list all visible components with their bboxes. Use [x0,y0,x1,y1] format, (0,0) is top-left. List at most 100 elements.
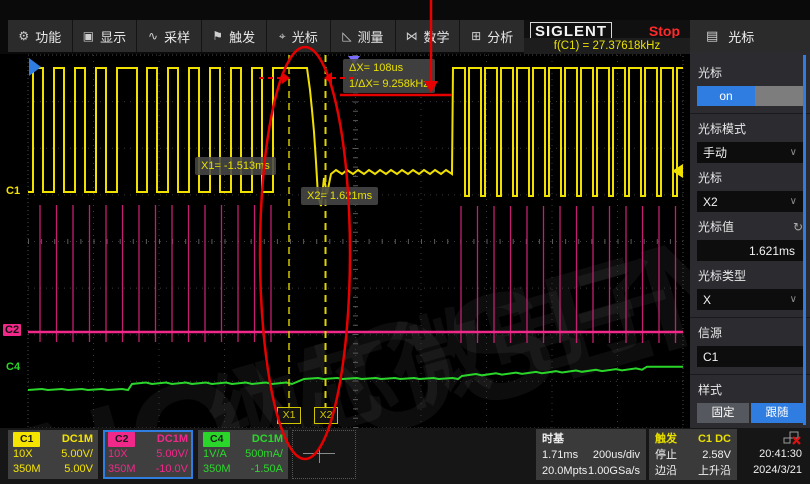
c4-bandwidth: 350M [203,462,231,477]
menu-math-label: 数学 [424,27,450,46]
panel-menu-icon: ▤ [706,28,718,44]
delay-crosshair-v [319,447,320,463]
c2-level-marker[interactable]: C2 [3,324,21,336]
channel-box-c2[interactable]: C2DC1M 10X5.00V/ 350M-10.0V [103,430,193,479]
cursor-type-dropdown[interactable]: X∨ [697,289,803,310]
x1-cursor-tag[interactable]: X1 [277,407,301,424]
trigger-delay-widget[interactable] [292,430,356,479]
menu-analysis[interactable]: ⊞ 分析 [460,20,524,52]
menu-trigger[interactable]: ⚑ 触发 [202,20,266,52]
trigger-level: 2.58V [702,447,731,463]
timebase-samplerate: 1.00GSa/s [588,463,640,479]
oscilloscope-screen: ⚙功能 ▣显示 ∿采样 ⚑触发 ⌖光标 ◺测量 ⋈数学 ⊞分析 SIGLENT … [0,0,810,484]
trigger-title: 触发 [655,431,677,447]
style-fixed-button[interactable]: 固定 [697,403,749,423]
network-disconnected-icon [782,431,802,446]
menu-cursors[interactable]: ⌖ 光标 [267,20,331,52]
frequency-counter: f(C1) = 27.37618kHz [524,38,690,55]
trigger-box[interactable]: 触发 C1 DC 停止 2.58V 边沿 上升沿 [649,429,737,480]
source-field[interactable]: C1 [697,346,803,367]
c4-badge: C4 [203,432,230,447]
waveform-svg [0,54,690,428]
x2-cursor-tag[interactable]: X2 [314,407,338,424]
trigger-flag-icon: ⚑ [212,29,223,43]
divider [690,374,810,375]
style-label: 样式 [698,381,803,398]
cursor-type-label: 光标类型 [698,267,803,284]
c4-coupling: DC1M [252,432,283,447]
menu-bar: ⚙ 功能 ▣显示 ∿ 采样 ⚑ 触发 ⌖ 光标 ◺测量 ⋈ 数学 ⊞ 分析 [8,20,524,52]
cursor-icon: ⌖ [279,29,286,44]
c4-scale: 500mA/ [245,447,283,462]
cursor-value-field[interactable]: 1.621ms [697,240,803,261]
style-follow-button[interactable]: 跟随 [751,403,803,423]
chevron-down-icon: ∨ [790,147,797,158]
math-icon: ⋈ [406,29,418,43]
menu-acquire-label: 采样 [164,27,190,46]
gear-icon: ⚙ [18,29,29,43]
menu-math[interactable]: ⋈ 数学 [396,20,460,52]
toggle-on[interactable]: on [697,86,755,106]
run-state[interactable]: Stop [649,23,680,39]
menu-analysis-label: 分析 [487,27,513,46]
timebase-memory: 20.0Mpts [542,463,587,479]
c2-coupling: DC1M [157,432,188,447]
channel-box-c1[interactable]: C1DC1M 10X5.00V/ 350M5.00V [8,430,98,479]
trigger-delay-marker[interactable] [29,58,41,76]
cursor-select-dropdown[interactable]: X2∨ [697,191,803,212]
channel-box-c4[interactable]: C4 DC1M 1V/A 500mA/ 350M -1.50A [198,430,288,479]
c1-probe: 10X [13,447,33,462]
c2-badge: C2 [108,432,135,447]
x2-readout: X2= 1.621ms [301,187,378,205]
c4-level-marker[interactable]: C4 [6,361,20,373]
menu-trigger-label: 触发 [229,27,255,46]
trigger-slope: 上升沿 [698,463,731,479]
menu-cursors-label: 光标 [292,27,318,46]
delta-x-readout: ΔX= 108us 1/ΔX= 9.258kHz [343,59,435,93]
panel-scroll-indicator[interactable] [803,55,806,425]
cursor-enable-toggle[interactable]: on [697,86,803,106]
c1-bandwidth: 350M [13,462,41,477]
x1-readout: X1= -1.513ms [195,157,276,175]
timebase-delay: 1.71ms [542,447,578,463]
cursor-mode-label: 光标模式 [698,120,803,137]
menu-acquire[interactable]: ∿ 采样 [137,20,201,52]
c4-trace [28,367,683,390]
measure-icon: ◺ [342,29,351,43]
clock-date: 2024/3/21 [753,462,802,478]
c2-offset: -10.0V [156,462,188,477]
acquire-icon: ∿ [148,29,158,43]
toggle-off[interactable] [755,86,803,106]
c2-probe: 10X [108,447,128,462]
divider [690,317,810,318]
chevron-down-icon: ∨ [790,196,797,207]
waveform-area[interactable]: NOVOSENSE 纳芯微电子 C1 C2 C4 ΔX= 108us 1/ΔX=… [0,54,690,428]
trigger-source: C1 DC [698,431,731,447]
menu-measure[interactable]: ◺测量 [331,20,395,52]
refresh-icon[interactable]: ↻ [793,220,803,234]
panel-title: 光标 [728,27,754,46]
panel-header: ▤ 光标 [690,20,810,52]
trigger-mode: 停止 [655,447,677,463]
trigger-type: 边沿 [655,463,677,479]
timebase-title: 时基 [542,431,564,447]
menu-function[interactable]: ⚙ 功能 [8,20,72,52]
analysis-icon: ⊞ [471,29,481,43]
c1-level-marker[interactable]: C1 [6,185,20,197]
cursor-enable-label: 光标 [698,64,803,81]
cursor-mode-dropdown[interactable]: 手动∨ [697,142,803,163]
cursor-value-label: 光标值↻ [698,218,803,235]
c1-offset: 5.00V [64,462,93,477]
c4-offset: -1.50A [251,462,283,477]
menu-function-label: 功能 [35,27,61,46]
timebase-box[interactable]: 时基 1.71ms 200us/div 20.0Mpts1.00GSa/s [536,429,646,480]
datetime-box: 20:41:30 2024/3/21 [740,429,808,480]
cursor-panel: 光标 on 光标模式 手动∨ 光标 X2∨ 光标值↻ 1.621ms 光标类型 … [690,52,810,428]
c2-trace [40,205,676,343]
inv-delta-x-value: 1/ΔX= 9.258kHz [349,76,429,92]
c1-scale: 5.00V/ [61,447,93,462]
menu-display-label: 显示 [100,27,126,46]
c4-probe: 1V/A [203,447,227,462]
menu-display[interactable]: ▣显示 [73,20,137,52]
timebase-scale: 200us/div [593,447,640,463]
